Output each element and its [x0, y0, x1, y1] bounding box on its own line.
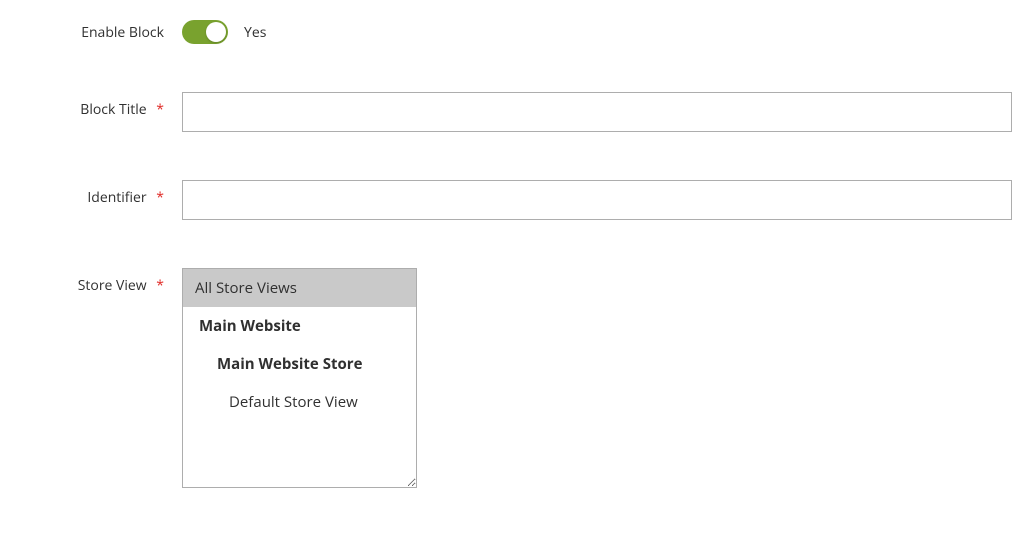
identifier-label: Identifier *: [10, 180, 182, 207]
identifier-input[interactable]: [182, 180, 1012, 220]
enable-block-row: Enable Block Yes: [10, 20, 1018, 44]
toggle-knob: [206, 22, 226, 42]
enable-block-label: Enable Block: [10, 23, 182, 42]
identifier-field: [182, 180, 1018, 220]
label-text: Identifier: [87, 188, 146, 207]
store-view-option[interactable]: All Store Views: [183, 269, 416, 307]
label-text: Enable Block: [81, 23, 164, 42]
required-marker: *: [156, 276, 164, 295]
label-text: Store View: [78, 276, 147, 295]
block-title-input[interactable]: [182, 92, 1012, 132]
store-view-multiselect[interactable]: All Store ViewsMain WebsiteMain Website …: [182, 268, 417, 488]
enable-block-toggle[interactable]: [182, 20, 228, 44]
store-view-option[interactable]: Main Website: [183, 307, 416, 345]
required-marker: *: [156, 100, 164, 119]
enable-block-value-label: Yes: [244, 23, 266, 42]
store-view-option[interactable]: Main Website Store: [183, 345, 416, 383]
label-text: Block Title: [80, 100, 146, 119]
block-title-label: Block Title *: [10, 92, 182, 119]
block-title-field: [182, 92, 1018, 132]
block-title-row: Block Title *: [10, 92, 1018, 132]
enable-block-field: Yes: [182, 20, 1018, 44]
store-view-label: Store View *: [10, 268, 182, 295]
store-view-field: All Store ViewsMain WebsiteMain Website …: [182, 268, 1018, 488]
store-view-row: Store View * All Store ViewsMain Website…: [10, 268, 1018, 488]
required-marker: *: [156, 188, 164, 207]
store-view-option[interactable]: Default Store View: [183, 383, 416, 421]
identifier-row: Identifier *: [10, 180, 1018, 220]
